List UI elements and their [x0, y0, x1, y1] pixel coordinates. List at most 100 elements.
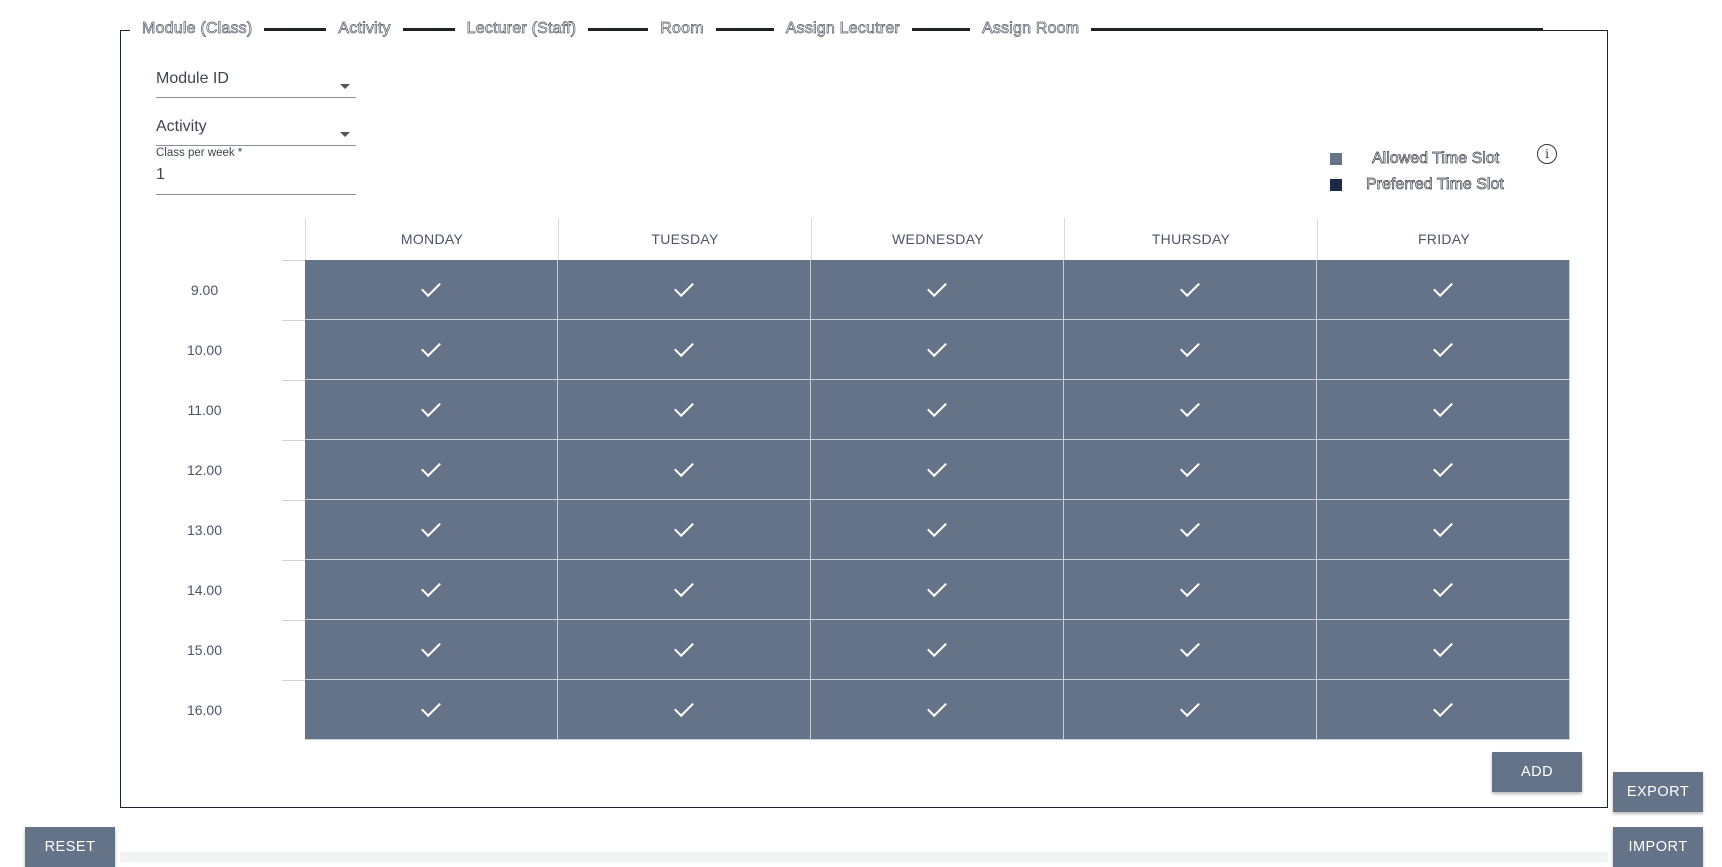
legend: Allowed Time Slot Preferred Time Slot: [1330, 146, 1504, 198]
time-slot-cell[interactable]: [1064, 320, 1317, 380]
activity-select[interactable]: Activity: [156, 118, 356, 146]
time-slot-cell[interactable]: [558, 380, 811, 440]
time-slot-cell[interactable]: [1317, 320, 1570, 380]
check-icon: [1180, 636, 1200, 657]
add-button[interactable]: ADD: [1492, 752, 1582, 792]
check-icon: [927, 696, 947, 717]
chevron-down-icon: [340, 131, 350, 137]
import-button[interactable]: IMPORT: [1613, 827, 1703, 867]
check-icon: [1180, 516, 1200, 537]
check-icon: [674, 516, 694, 537]
time-slot-cell[interactable]: [1317, 380, 1570, 440]
step-5[interactable]: Assign Room: [969, 16, 1092, 42]
row-divider: [282, 620, 305, 621]
time-slot-cell[interactable]: [811, 260, 1064, 320]
time-slot-cell[interactable]: [558, 320, 811, 380]
time-slot-cell[interactable]: [1317, 560, 1570, 620]
time-slot-cell[interactable]: [1064, 440, 1317, 500]
time-slot-cell[interactable]: [305, 680, 558, 740]
check-icon: [674, 636, 694, 657]
check-icon: [1433, 576, 1453, 597]
time-slot-cell[interactable]: [811, 500, 1064, 560]
check-icon: [674, 396, 694, 417]
time-slot-cell[interactable]: [811, 320, 1064, 380]
check-icon: [1180, 336, 1200, 357]
time-slot-cell[interactable]: [811, 380, 1064, 440]
time-slot-cell[interactable]: [1317, 620, 1570, 680]
legend-allowed: Allowed Time Slot: [1330, 146, 1504, 172]
time-slot-cell[interactable]: [1317, 500, 1570, 560]
step-connector: [715, 28, 774, 30]
check-icon: [927, 396, 947, 417]
activity-label: Activity: [156, 118, 207, 135]
time-slot-cell[interactable]: [305, 620, 558, 680]
check-icon: [1433, 336, 1453, 357]
check-icon: [1433, 456, 1453, 477]
class-per-week-label: Class per week *: [156, 147, 243, 159]
time-slot-cell[interactable]: [1064, 680, 1317, 740]
check-icon: [421, 456, 441, 477]
time-slot-cell[interactable]: [811, 440, 1064, 500]
allowed-swatch: [1330, 153, 1342, 165]
check-icon: [927, 336, 947, 357]
time-slot-cell[interactable]: [811, 620, 1064, 680]
time-slot-cell[interactable]: [558, 620, 811, 680]
time-label: 14.00: [186, 582, 223, 598]
check-icon: [1433, 696, 1453, 717]
chevron-down-icon: [340, 83, 350, 89]
time-slot-cell[interactable]: [305, 500, 558, 560]
time-slot-cell[interactable]: [1064, 500, 1317, 560]
step-2[interactable]: Lecturer (Staff): [454, 16, 589, 42]
step-connector: [1091, 28, 1544, 30]
step-connector: [264, 28, 327, 30]
check-icon: [927, 576, 947, 597]
time-slot-cell[interactable]: [558, 500, 811, 560]
day-header: THURSDAY: [1064, 218, 1317, 260]
check-icon: [927, 516, 947, 537]
time-slot-cell[interactable]: [811, 680, 1064, 740]
time-slot-cell[interactable]: [811, 560, 1064, 620]
time-slot-cell[interactable]: [1317, 260, 1570, 320]
time-slot-cell[interactable]: [558, 260, 811, 320]
reset-button[interactable]: RESET: [25, 827, 115, 867]
time-label: 15.00: [186, 642, 223, 658]
allowed-label: Allowed Time Slot: [1372, 150, 1500, 168]
export-button[interactable]: EXPORT: [1613, 772, 1703, 812]
time-slot-cell[interactable]: [1064, 380, 1317, 440]
time-slot-cell[interactable]: [1064, 560, 1317, 620]
time-slot-cell[interactable]: [1317, 680, 1570, 740]
check-icon: [674, 576, 694, 597]
time-slot-cell[interactable]: [305, 380, 558, 440]
check-icon: [1180, 576, 1200, 597]
time-slot-cell[interactable]: [305, 560, 558, 620]
preferred-label: Preferred Time Slot: [1366, 176, 1505, 194]
time-slot-cell[interactable]: [305, 440, 558, 500]
class-per-week-input[interactable]: 1: [156, 166, 356, 195]
check-icon: [421, 396, 441, 417]
check-icon: [1433, 636, 1453, 657]
stepper: Module (Class) Activity Lecturer (Staff) Ro…: [130, 16, 1544, 42]
time-label: 13.00: [186, 522, 223, 538]
step-3[interactable]: Room: [648, 16, 716, 42]
step-connector: [402, 28, 455, 30]
time-slot-cell[interactable]: [558, 440, 811, 500]
time-label: 9.00: [190, 282, 219, 298]
check-icon: [421, 696, 441, 717]
step-1[interactable]: Activity: [326, 16, 403, 42]
step-0[interactable]: Module (Class): [130, 16, 265, 42]
time-slot-cell[interactable]: [1064, 260, 1317, 320]
time-slot-cell[interactable]: [305, 260, 558, 320]
time-slot-cell[interactable]: [305, 320, 558, 380]
time-slot-cell[interactable]: [558, 560, 811, 620]
time-label: 16.00: [186, 702, 223, 718]
time-slot-cell[interactable]: [1317, 440, 1570, 500]
module-id-select[interactable]: Module ID: [156, 70, 356, 98]
time-slot-cell[interactable]: [558, 680, 811, 740]
step-4[interactable]: Assign Lecutrer: [773, 16, 912, 42]
preferred-swatch: [1330, 179, 1342, 191]
row-divider: [282, 320, 305, 321]
info-icon[interactable]: i: [1537, 144, 1557, 164]
day-header: TUESDAY: [558, 218, 811, 260]
row-divider: [282, 260, 305, 261]
time-slot-cell[interactable]: [1064, 620, 1317, 680]
